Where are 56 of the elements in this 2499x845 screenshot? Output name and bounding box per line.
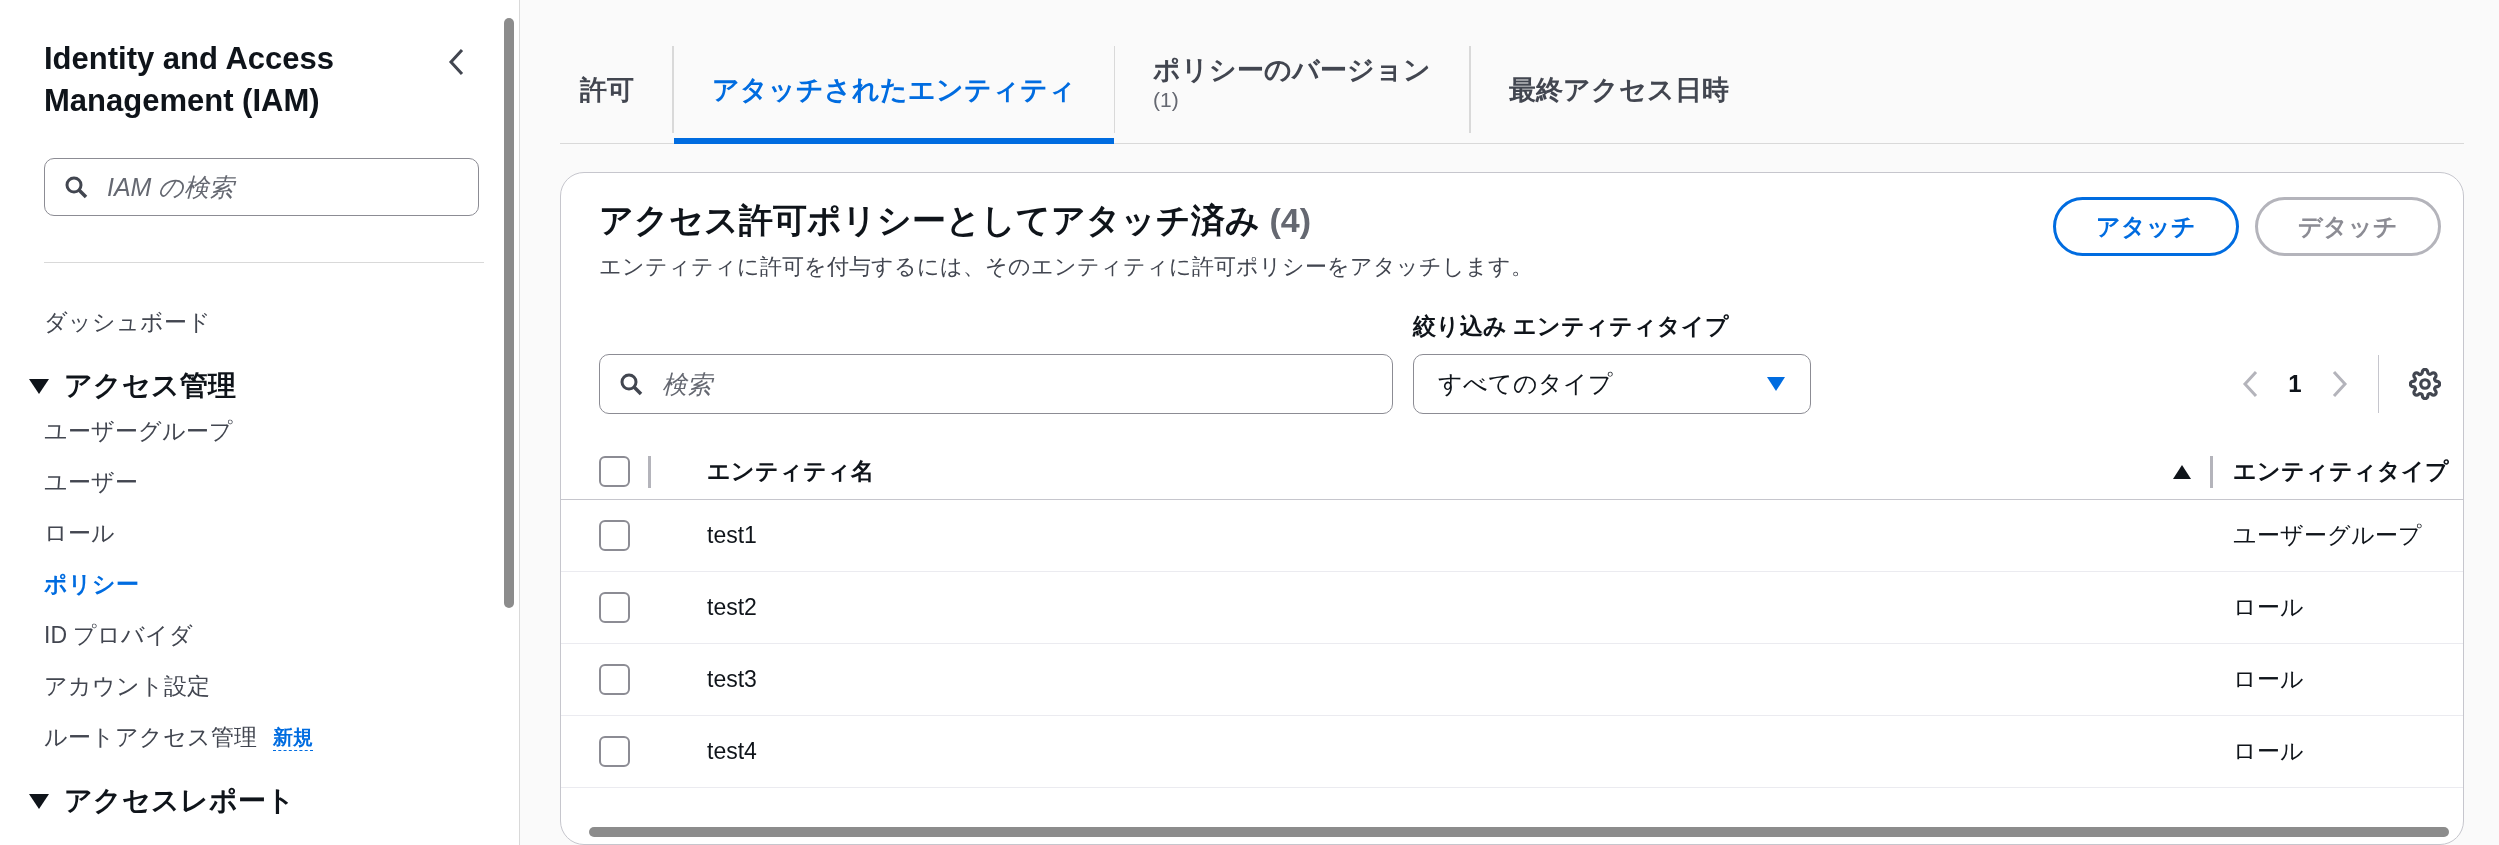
section-toggle[interactable] — [28, 377, 50, 395]
scrollbar-thumb[interactable] — [589, 827, 2449, 837]
caret-icon — [28, 792, 50, 810]
checkbox[interactable] — [599, 592, 630, 623]
search-field[interactable]: 検索 — [599, 354, 1393, 414]
settings-button[interactable] — [2409, 368, 2441, 400]
nav-link[interactable]: ロール — [28, 508, 115, 559]
nav-link[interactable]: ルートアクセス管理 — [28, 712, 257, 763]
nav-link[interactable]: ユーザー — [28, 457, 138, 508]
new-badge: 新規 — [273, 724, 313, 751]
table-cell-text: test3 — [706, 666, 758, 693]
previous-page-button[interactable] — [2242, 370, 2259, 398]
section-heading: アクセスレポート — [64, 784, 295, 818]
search-field[interactable]: IAM の検索 — [44, 158, 479, 216]
section-toggle[interactable] — [28, 792, 50, 810]
nav-link[interactable]: ユーザーグループ — [28, 406, 233, 457]
table-cell-text: ロール — [2233, 665, 2305, 694]
type-dropdown[interactable]: すべてのタイプ — [1413, 354, 1811, 414]
tab[interactable]: 最終アクセス日時 — [1470, 42, 1767, 144]
checkbox[interactable] — [599, 664, 630, 695]
table-cell-text: test4 — [706, 738, 758, 765]
column-header[interactable]: エンティティタイプ — [2233, 456, 2449, 487]
panel-title: アクセス許可ポリシーとしてアタッチ済み (4) — [599, 200, 1312, 241]
panel-description: エンティティに許可を付与するには、そのエンティティに許可ポリシーをアタッチします。 — [599, 253, 1533, 281]
attach-button[interactable]: アタッチ — [2053, 197, 2239, 256]
collapse-button[interactable] — [448, 48, 464, 76]
checkbox[interactable] — [599, 456, 630, 487]
table-cell-text: test1 — [706, 522, 758, 549]
column-header[interactable]: エンティティ名 — [707, 456, 874, 487]
search-icon — [64, 175, 88, 199]
tab[interactable]: 許可 — [560, 42, 672, 144]
next-page-button[interactable] — [2331, 370, 2348, 398]
section-heading: アクセス管理 — [64, 369, 236, 403]
table-cell-text: test2 — [706, 594, 758, 621]
checkbox[interactable] — [599, 736, 630, 767]
search-icon — [619, 372, 643, 396]
filter-label: 絞り込み エンティティタイプ — [1413, 312, 1731, 341]
nav-link[interactable]: ポリシー — [28, 559, 139, 610]
settings-icon — [2409, 368, 2441, 400]
caret-icon — [1766, 376, 1786, 392]
chevron-right-icon — [2331, 370, 2348, 398]
chevron-left-icon — [448, 48, 464, 76]
table-cell-text: ユーザーグループ — [2233, 521, 2423, 550]
chevron-left-icon — [2242, 370, 2259, 398]
checkbox[interactable] — [599, 520, 630, 551]
table-cell-text: ロール — [2233, 593, 2305, 622]
nav-link[interactable]: ダッシュボード — [28, 297, 211, 348]
tab[interactable]: ポリシーのバージョン (1) — [1115, 42, 1469, 144]
nav-link[interactable]: アカウント設定 — [28, 661, 210, 712]
nav-link[interactable]: ID プロバイダ — [28, 610, 194, 661]
tab[interactable]: アタッチされたエンティティ — [673, 42, 1114, 144]
scrollbar-thumb[interactable] — [504, 18, 514, 608]
caret-icon — [28, 377, 50, 395]
sidebar-title: Identity and Access Management (IAM) — [44, 40, 335, 120]
page-number[interactable]: 1 — [2280, 370, 2310, 398]
table-cell-text: ロール — [2233, 737, 2305, 766]
